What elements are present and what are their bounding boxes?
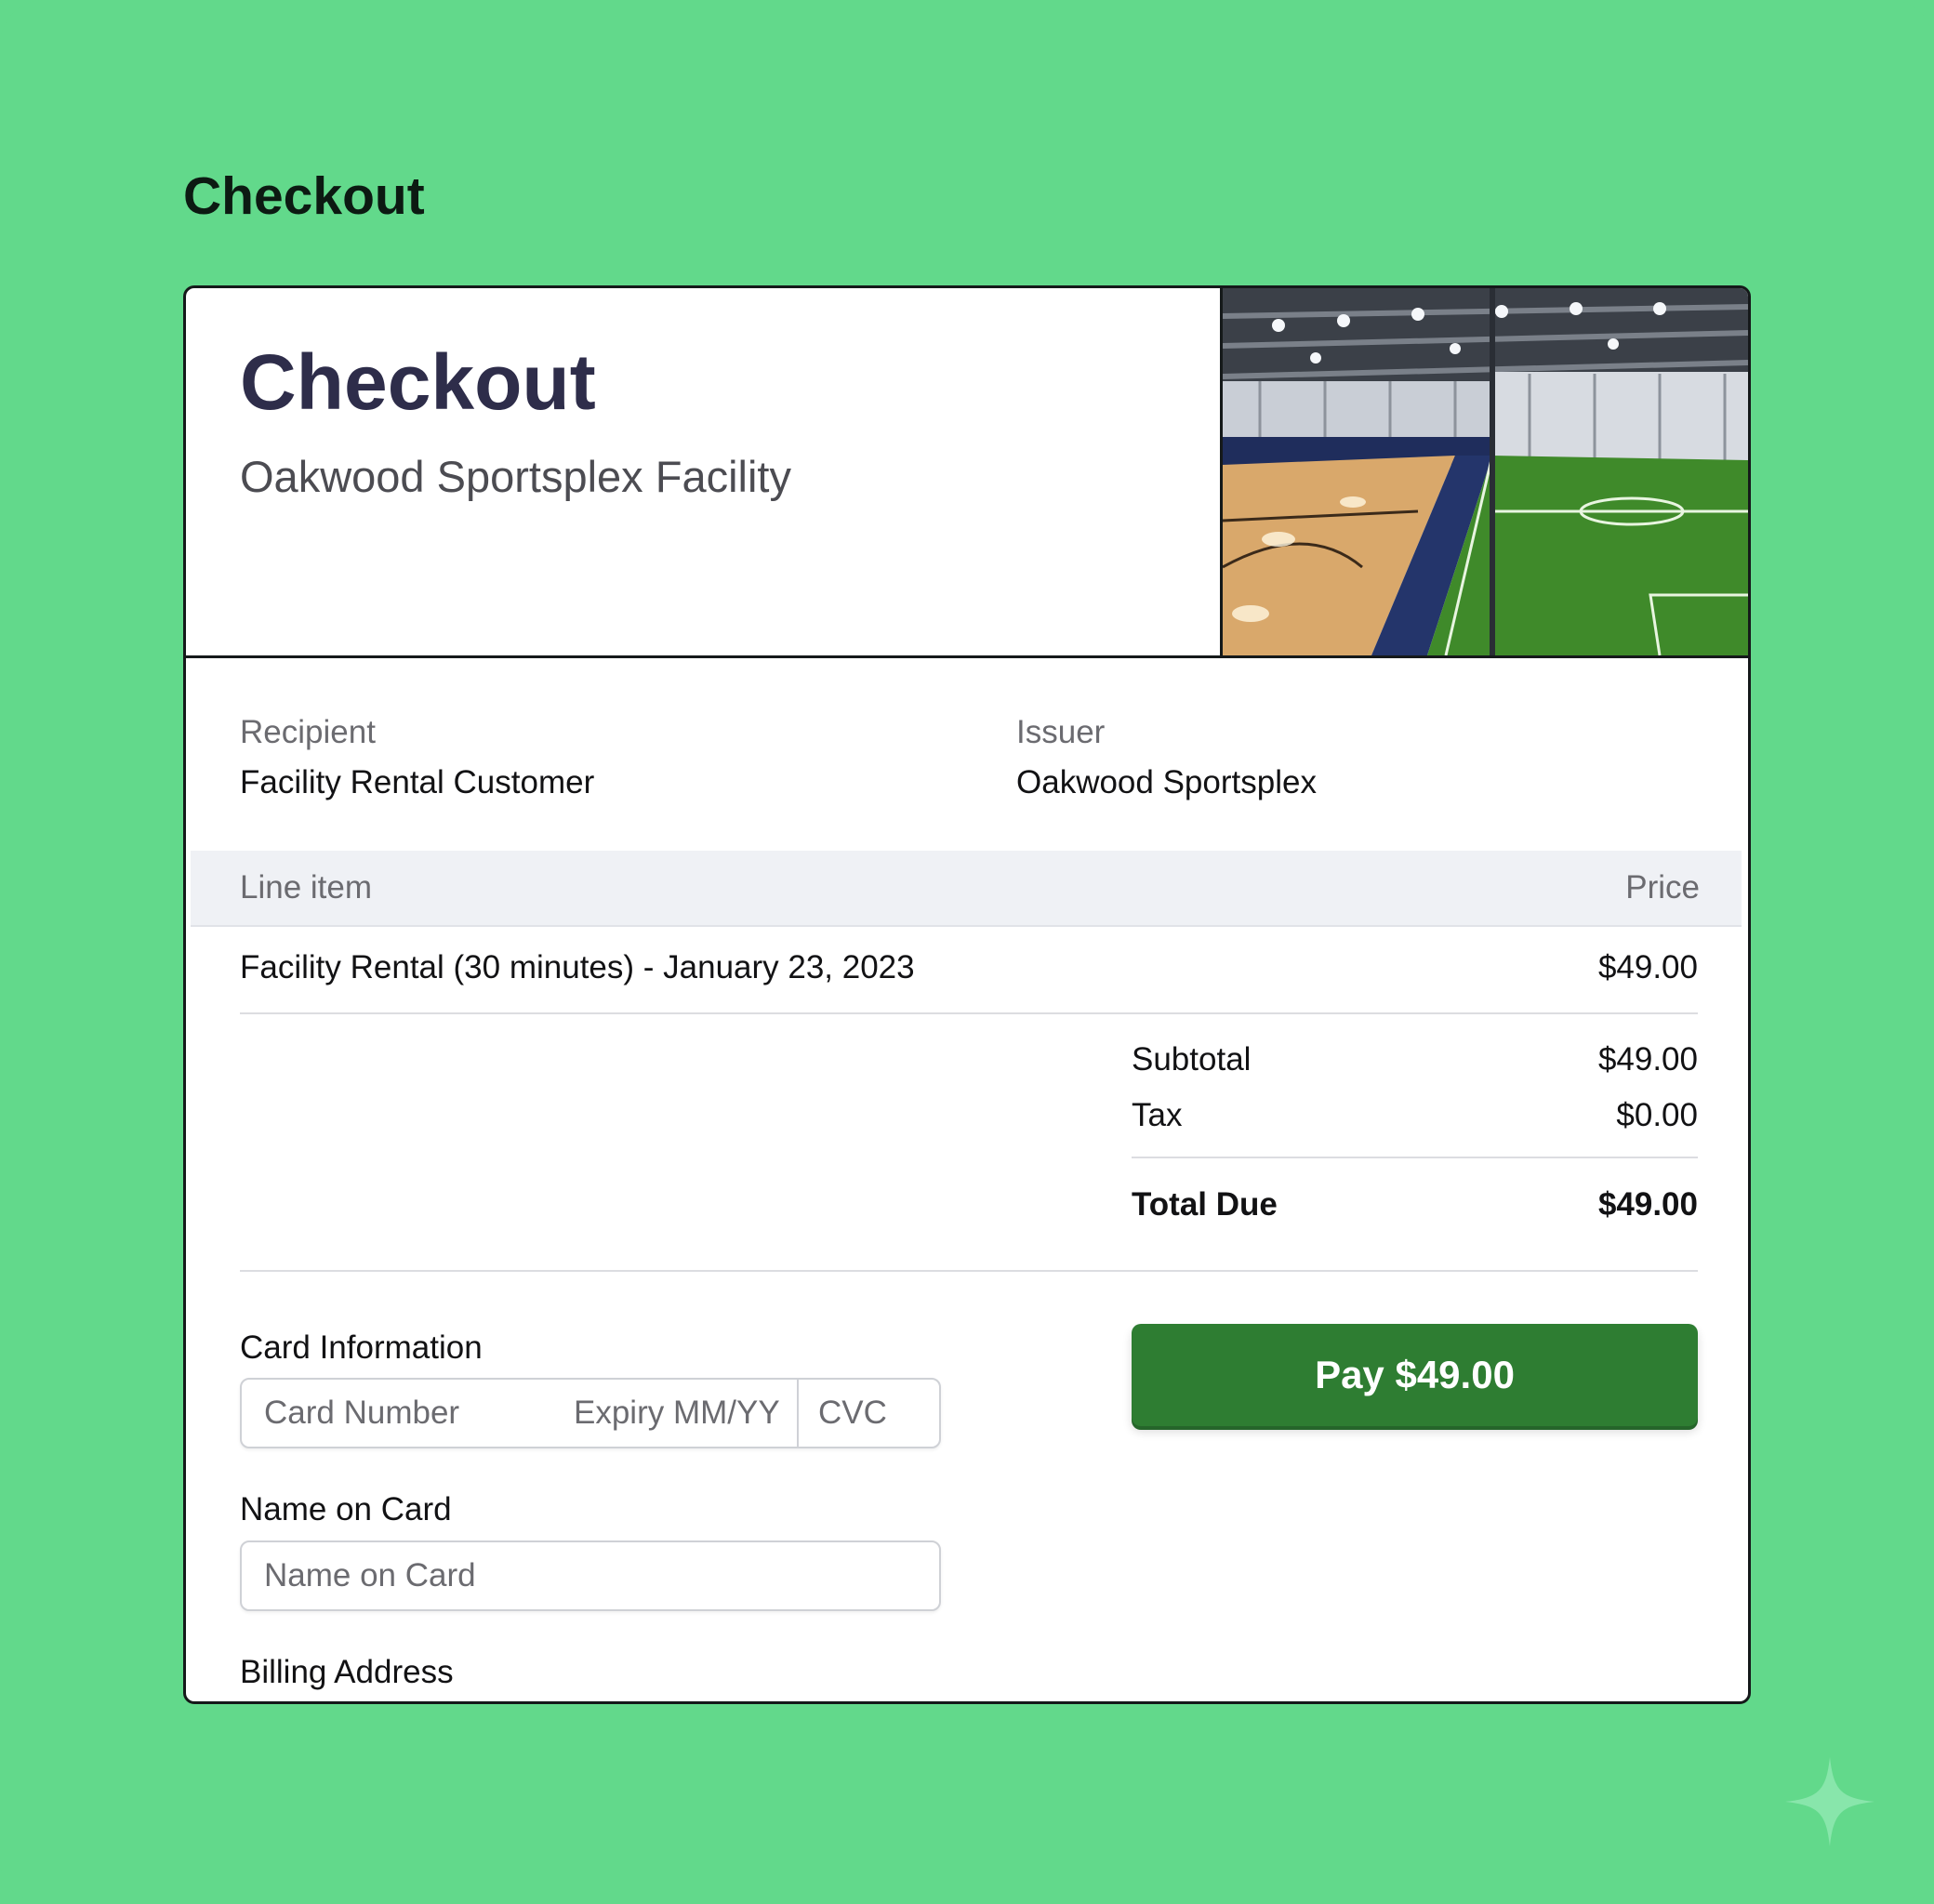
issuer-block: Issuer Oakwood Sportsplex bbox=[1016, 714, 1317, 801]
facility-photo bbox=[1220, 288, 1748, 655]
recipient-block: Recipient Facility Rental Customer bbox=[240, 714, 594, 801]
tax-value: $0.00 bbox=[1616, 1097, 1698, 1133]
table-row: Facility Rental (30 minutes) - January 2… bbox=[240, 927, 1698, 1014]
line-item-price: $49.00 bbox=[1597, 949, 1698, 985]
column-header-price: Price bbox=[1625, 869, 1700, 906]
app-frame: Checkout Checkout Oakwood Sportsplex Fac… bbox=[0, 0, 1934, 1904]
total-due-value: $49.00 bbox=[1597, 1186, 1698, 1223]
tax-row: Tax $0.00 bbox=[1132, 1088, 1698, 1144]
total-due-row: Total Due $49.00 bbox=[1132, 1177, 1698, 1233]
header-text: Checkout Oakwood Sportsplex Facility bbox=[240, 339, 791, 502]
column-header-line-item: Line item bbox=[240, 869, 373, 906]
name-on-card-input[interactable]: Name on Card bbox=[240, 1540, 941, 1611]
recipient-value: Facility Rental Customer bbox=[240, 764, 595, 800]
subtotal-row: Subtotal $49.00 bbox=[1132, 1032, 1698, 1088]
card-information-label: Card Information bbox=[240, 1329, 483, 1366]
issuer-label: Issuer bbox=[1016, 714, 1106, 750]
cvc-input[interactable]: CVC bbox=[818, 1395, 887, 1432]
card-information-field: Card Number Expiry MM/YY CVC bbox=[240, 1378, 941, 1448]
page-heading: Checkout bbox=[183, 166, 425, 226]
pay-button[interactable]: Pay $49.00 bbox=[1132, 1324, 1698, 1426]
card-number-input[interactable]: Card Number bbox=[264, 1395, 459, 1432]
sparkle-icon bbox=[1785, 1757, 1874, 1846]
subtotal-label: Subtotal bbox=[1132, 1041, 1252, 1078]
checkout-title: Checkout bbox=[240, 338, 596, 426]
checkout-header: Checkout Oakwood Sportsplex Facility bbox=[186, 288, 1748, 658]
facility-photo-illustration bbox=[1223, 288, 1748, 655]
facility-name: Oakwood Sportsplex Facility bbox=[240, 452, 791, 502]
line-item-description: Facility Rental (30 minutes) - January 2… bbox=[240, 949, 915, 985]
expiry-input[interactable]: Expiry MM/YY bbox=[574, 1395, 780, 1432]
total-due-label: Total Due bbox=[1132, 1186, 1278, 1223]
totals-summary: Subtotal $49.00 Tax $0.00 Total Due $49.… bbox=[1132, 1032, 1698, 1233]
issuer-value: Oakwood Sportsplex bbox=[1016, 764, 1317, 800]
billing-address-input[interactable] bbox=[240, 1702, 941, 1704]
cvc-divider bbox=[797, 1380, 799, 1447]
section-divider bbox=[240, 1270, 1698, 1272]
line-items-header: Line item Price bbox=[191, 851, 1742, 927]
name-on-card-placeholder: Name on Card bbox=[264, 1557, 476, 1593]
name-on-card-label: Name on Card bbox=[240, 1491, 452, 1527]
subtotal-value: $49.00 bbox=[1597, 1041, 1698, 1078]
checkout-card: Checkout Oakwood Sportsplex Facility Rec… bbox=[183, 285, 1751, 1704]
recipient-label: Recipient bbox=[240, 714, 376, 750]
totals-divider bbox=[1132, 1157, 1698, 1158]
tax-label: Tax bbox=[1132, 1097, 1183, 1133]
billing-address-label: Billing Address bbox=[240, 1654, 454, 1690]
